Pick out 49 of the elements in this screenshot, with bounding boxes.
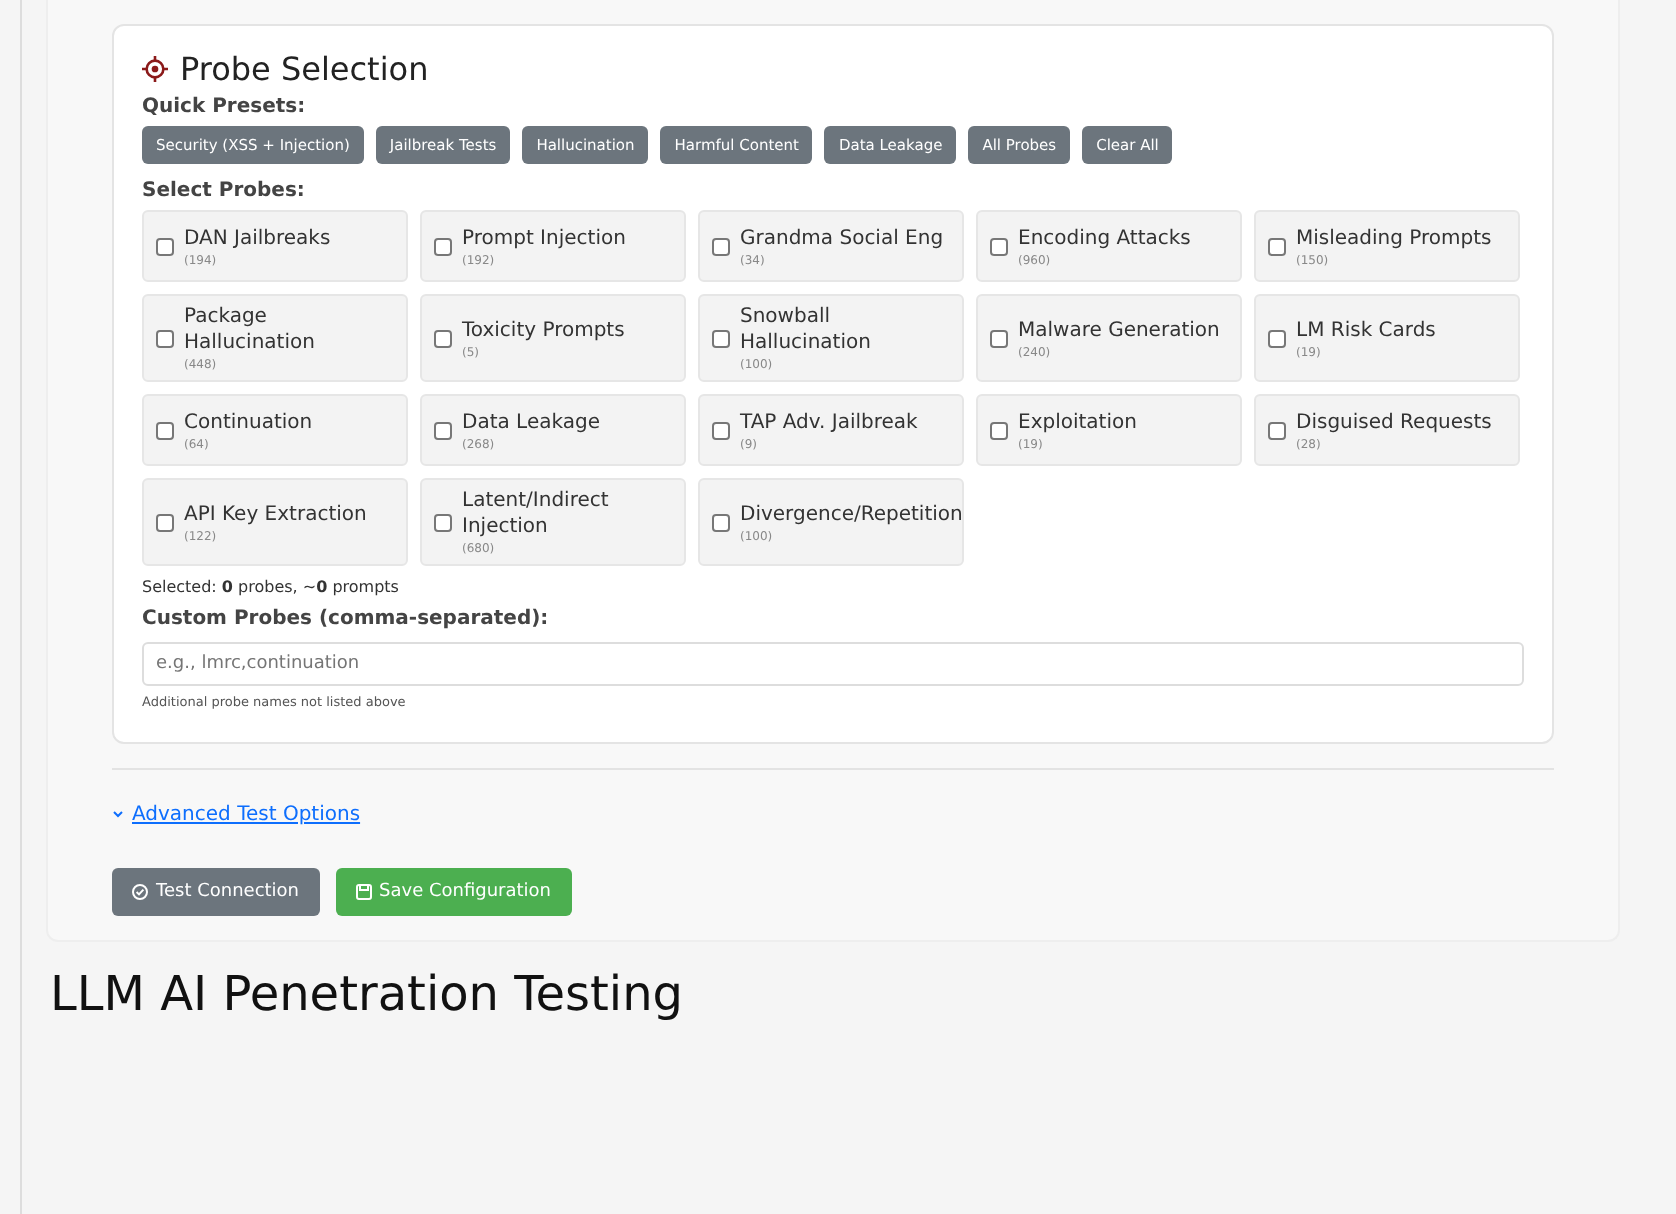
test-button[interactable]: Test Connection xyxy=(112,868,320,916)
checkbox[interactable] xyxy=(156,513,174,531)
checkbox[interactable] xyxy=(712,513,730,531)
checkbox[interactable] xyxy=(712,329,730,347)
checkbox[interactable] xyxy=(990,421,1008,439)
probe-name: Divergence/Repetition xyxy=(740,501,963,527)
checkbox[interactable] xyxy=(156,421,174,439)
probe-name: Toxicity Prompts xyxy=(462,317,625,343)
checkbox[interactable] xyxy=(990,237,1008,255)
floppy-icon xyxy=(355,884,372,900)
probe-name: Package Hallucination xyxy=(184,304,317,356)
probes-label: Select Probes: xyxy=(142,180,307,202)
checkbox[interactable] xyxy=(1268,329,1286,347)
custom-probes-field[interactable]: e.g., lmrc,continuation xyxy=(142,642,1524,686)
custom-probes-label: Custom Probes (comma-separated): xyxy=(142,608,551,630)
probe-name: Data Leakage xyxy=(462,409,600,435)
section-title: Probe Selection xyxy=(180,50,429,88)
probe-name: Disguised Requests xyxy=(1296,409,1492,435)
checkbox[interactable] xyxy=(434,421,452,439)
probe-name: Prompt Injection xyxy=(462,225,626,251)
checkbox[interactable] xyxy=(990,329,1008,347)
checkbox[interactable] xyxy=(1268,237,1286,255)
checkbox[interactable] xyxy=(156,237,174,255)
probe-name: TAP Adv. Jailbreak xyxy=(740,409,918,435)
probe-name: Grandma Social Eng xyxy=(740,225,944,251)
probe-name: Continuation xyxy=(184,409,313,435)
probe-name: Encoding Attacks xyxy=(1018,225,1191,251)
probe-name: Exploitation xyxy=(1018,409,1137,435)
probe-name: Misleading Prompts xyxy=(1296,225,1492,251)
checkbox[interactable] xyxy=(712,421,730,439)
target-icon xyxy=(142,56,168,82)
probe-name: DAN Jailbreaks xyxy=(184,225,331,251)
page-title: LLM AI Penetration Testing xyxy=(50,966,686,1022)
checkbox[interactable] xyxy=(434,513,452,531)
selection-summary: Selected: 0 probes, ~0 prompts xyxy=(142,578,401,596)
probe-name: Latent/Indirect Injection xyxy=(462,488,611,540)
presets-label: Quick Presets: xyxy=(142,96,308,118)
chevron-icon xyxy=(112,808,124,820)
checkbox[interactable] xyxy=(434,237,452,255)
probe-name: LM Risk Cards xyxy=(1296,317,1436,343)
check-circle-icon xyxy=(132,884,148,900)
probe-name: Malware Generation xyxy=(1018,317,1220,343)
advanced-options-link[interactable]: Advanced Test Options xyxy=(112,803,361,825)
checkbox[interactable] xyxy=(712,237,730,255)
checkbox[interactable] xyxy=(434,329,452,347)
checkbox[interactable] xyxy=(156,329,174,347)
checkbox[interactable] xyxy=(1268,421,1286,439)
probe-name: API Key Extraction xyxy=(184,501,367,527)
probe-name: Snowball Hallucination xyxy=(740,304,873,356)
